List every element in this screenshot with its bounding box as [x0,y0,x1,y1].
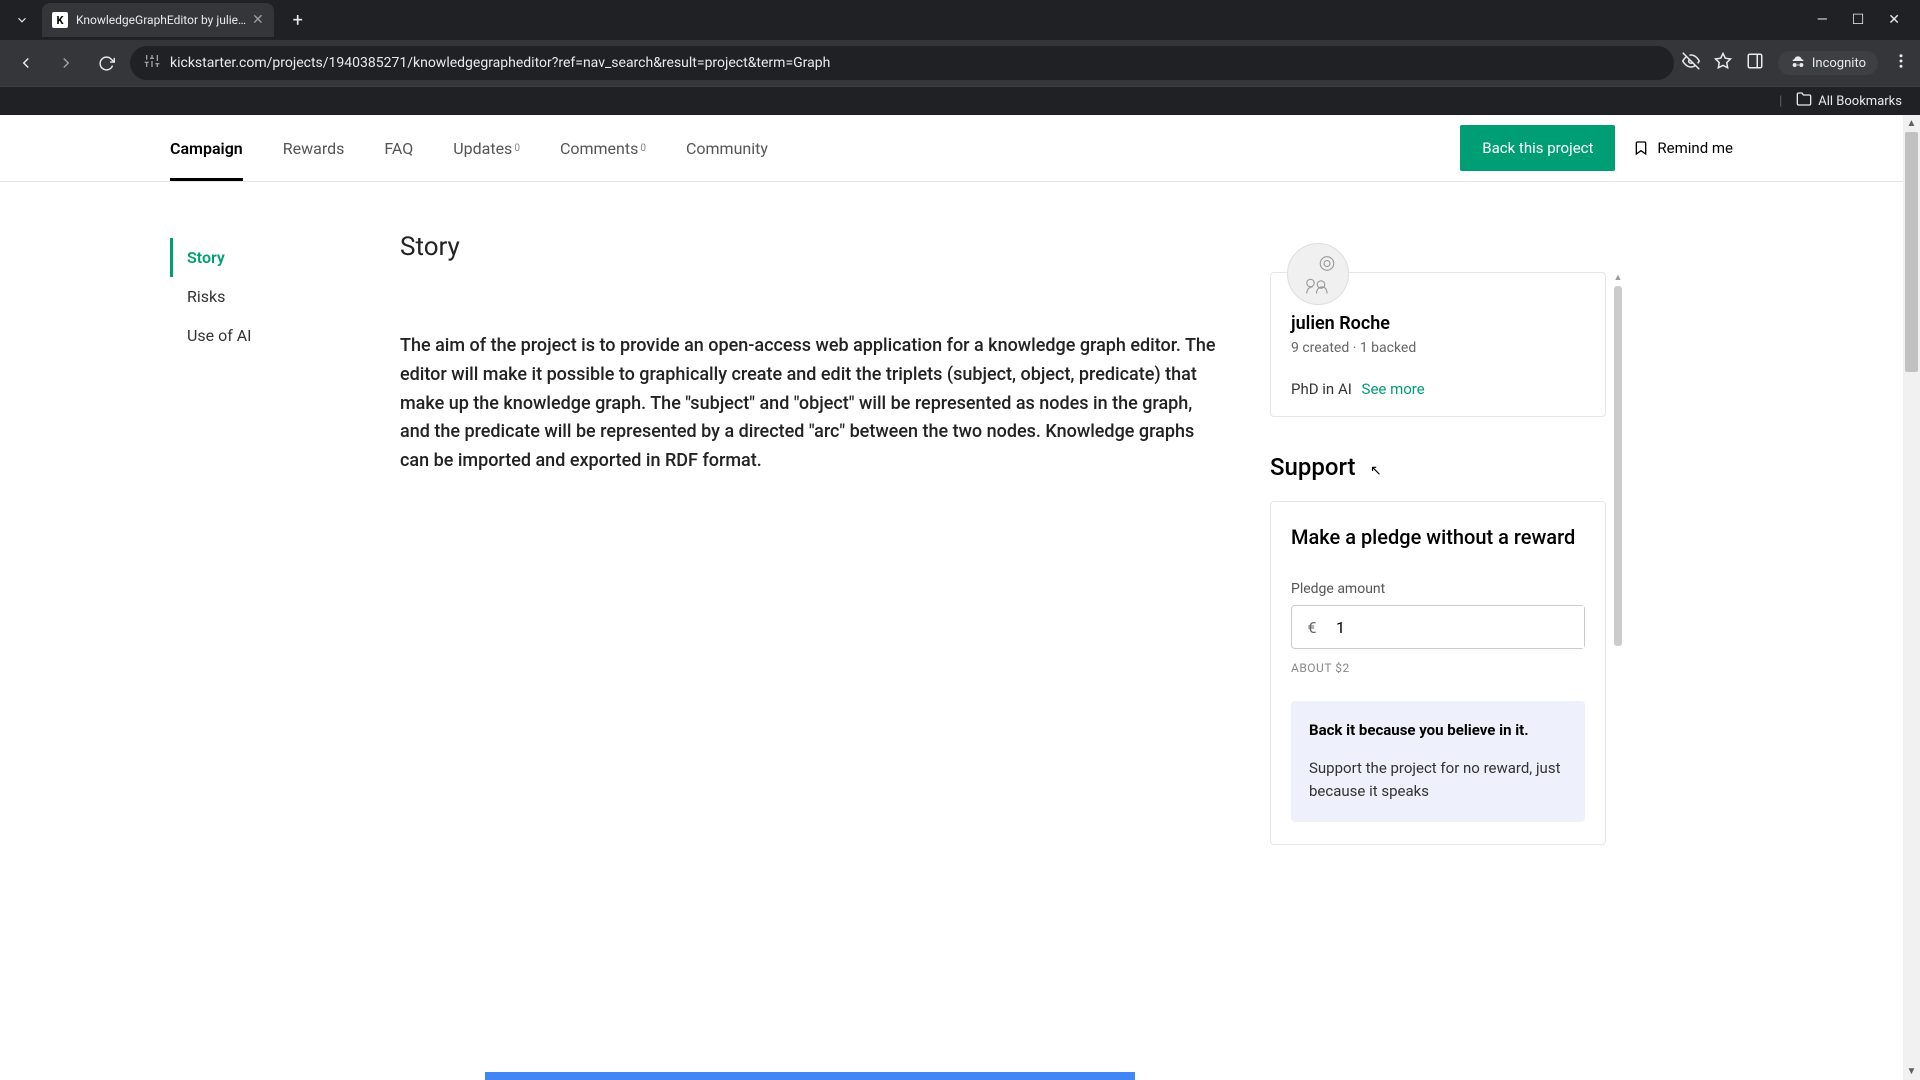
pledge-currency: € [1292,618,1332,637]
incognito-icon [1790,55,1806,71]
page-scroll-thumb[interactable] [1905,132,1918,372]
pledge-info-box: Back it because you believe in it. Suppo… [1291,701,1585,822]
back-nav-button[interactable] [10,47,42,79]
site-settings-icon[interactable] [144,53,160,73]
support-heading: Support [1270,453,1606,481]
minimize-icon[interactable]: ― [1817,12,1828,28]
page: Campaign Rewards FAQ Updates0 Comments0 … [0,115,1920,1080]
creator-bio-text: PhD in AI [1291,380,1352,398]
address-bar: kickstarter.com/projects/1940385271/know… [0,40,1920,86]
creator-avatar[interactable] [1287,243,1349,305]
content-wrap: Story Risks Use of AI Story The aim of t… [0,182,1903,845]
tracking-icon[interactable] [1682,52,1700,74]
remind-me-button[interactable]: Remind me [1633,139,1733,157]
tab-comments[interactable]: Comments0 [560,115,646,181]
pledge-amount-label: Pledge amount [1291,581,1585,597]
tab-title: KnowledgeGraphEditor by julie… [76,13,246,27]
tab-community[interactable]: Community [686,115,768,181]
page-scroll-down-icon[interactable]: ▼ [1903,1063,1920,1080]
project-tabs: Campaign Rewards FAQ Updates0 Comments0 … [170,115,768,181]
sidebar-item-use-of-ai[interactable]: Use of AI [170,316,350,355]
updates-count: 0 [514,143,520,154]
browser-chrome: K KnowledgeGraphEditor by julie… ✕ + ― ☐… [0,0,1920,115]
browser-tab[interactable]: K KnowledgeGraphEditor by julie… ✕ [42,3,274,37]
tab-rewards[interactable]: Rewards [283,115,345,181]
page-scroll-up-icon[interactable]: ▲ [1903,115,1920,132]
creator-name: julien Roche [1291,313,1585,334]
reload-button[interactable] [90,47,122,79]
scroll-up-icon[interactable]: ▲ [1612,272,1624,286]
see-more-link[interactable]: See more [1362,380,1425,398]
tab-search-dropdown[interactable] [8,6,36,34]
side-panel-icon[interactable] [1746,52,1764,74]
tab-faq[interactable]: FAQ [384,115,413,181]
url-text: kickstarter.com/projects/1940385271/know… [170,55,1660,71]
pledge-about: ABOUT $2 [1291,661,1585,675]
pledge-card: Make a pledge without a reward Pledge am… [1270,501,1606,845]
scroll-thumb[interactable] [1614,286,1622,646]
window-controls: ― ☐ ✕ [1817,12,1920,28]
maximize-icon[interactable]: ☐ [1852,12,1865,28]
project-nav: Campaign Rewards FAQ Updates0 Comments0 … [0,115,1903,182]
bookmark-star-icon[interactable] [1714,52,1732,74]
right-column: julien Roche 9 created · 1 backed PhD in… [1270,232,1620,845]
tab-favicon: K [52,12,68,28]
close-window-icon[interactable]: ✕ [1888,12,1900,28]
pledge-amount-input[interactable] [1332,606,1584,648]
pledge-input-group: € [1291,605,1585,649]
project-actions: Back this project Remind me [1460,125,1733,171]
all-bookmarks-link[interactable]: All Bookmarks [1818,94,1902,109]
tab-updates[interactable]: Updates0 [453,115,520,181]
page-scrollbar[interactable]: ▲ ▼ [1903,115,1920,1080]
comments-count: 0 [640,143,646,154]
creator-card: julien Roche 9 created · 1 backed PhD in… [1270,272,1606,417]
forward-nav-button[interactable] [50,47,82,79]
bookmarks-bar: | All Bookmarks [0,86,1920,115]
url-input[interactable]: kickstarter.com/projects/1940385271/know… [130,46,1674,80]
new-tab-button[interactable]: + [284,10,312,31]
pledge-info-title: Back it because you believe in it. [1309,721,1567,739]
folder-icon [1796,91,1812,111]
pledge-title: Make a pledge without a reward [1291,524,1585,551]
right-column-scrollbar[interactable]: ▲ [1612,272,1624,845]
tab-campaign[interactable]: Campaign [170,115,243,181]
chrome-menu-icon[interactable] [1892,52,1910,74]
back-project-button[interactable]: Back this project [1460,125,1615,171]
story-column: Story The aim of the project is to provi… [400,232,1220,845]
sidebar-item-risks[interactable]: Risks [170,277,350,316]
sidebar-item-story[interactable]: Story [170,238,350,277]
creator-bio: PhD in AI See more [1291,380,1585,398]
pledge-info-body: Support the project for no reward, just … [1309,757,1567,802]
bookmark-icon [1633,140,1649,156]
remind-label: Remind me [1657,139,1733,157]
story-sidebar: Story Risks Use of AI [170,232,350,845]
tab-close-icon[interactable]: ✕ [252,12,264,28]
incognito-badge[interactable]: Incognito [1778,51,1878,75]
address-bar-actions: Incognito [1682,51,1910,75]
creator-stats: 9 created · 1 backed [1291,340,1585,356]
incognito-label: Incognito [1812,56,1866,71]
story-body: The aim of the project is to provide an … [400,332,1220,476]
story-heading: Story [400,232,1220,262]
media-progress-bar [485,1072,1135,1080]
tab-strip: K KnowledgeGraphEditor by julie… ✕ + ― ☐… [0,0,1920,40]
